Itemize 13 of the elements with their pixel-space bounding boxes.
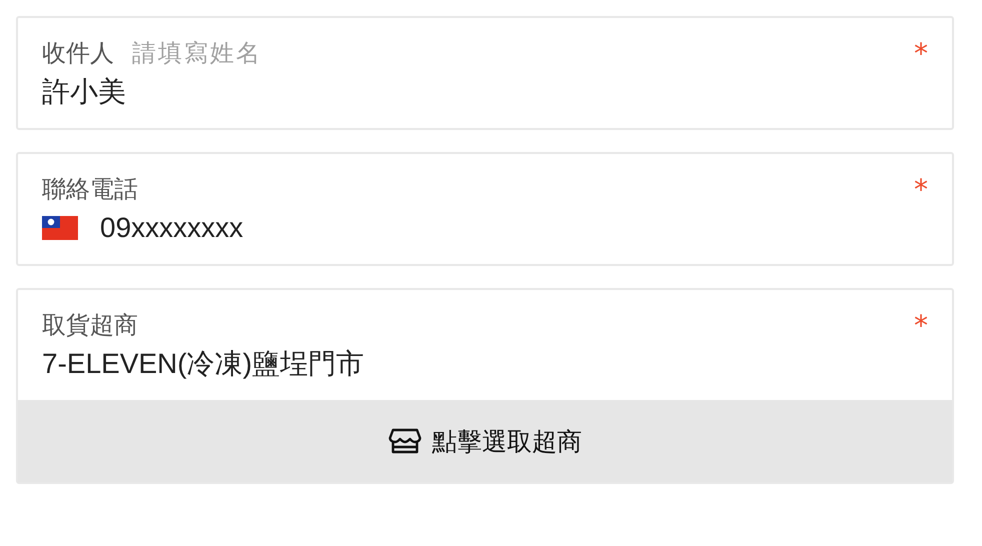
field-hint: 請填寫姓名 bbox=[132, 38, 262, 69]
required-mark: * bbox=[914, 172, 928, 206]
required-mark: * bbox=[914, 36, 928, 70]
input-field[interactable]: 許小美 bbox=[42, 76, 642, 108]
select-store-button[interactable]: 點擊選取超商 bbox=[18, 400, 952, 482]
field-label: 聯絡電話 bbox=[42, 174, 138, 205]
field-label: 收件人 bbox=[42, 38, 114, 69]
input-field[interactable]: 09xxxxxxxx bbox=[100, 212, 700, 244]
required-mark: * bbox=[914, 308, 928, 342]
flag-icon bbox=[42, 216, 78, 240]
field-label: 取貨超商 bbox=[42, 310, 138, 341]
store-value: 7-ELEVEN(冷凍)鹽埕門市 bbox=[42, 347, 364, 381]
store-icon bbox=[388, 427, 422, 455]
